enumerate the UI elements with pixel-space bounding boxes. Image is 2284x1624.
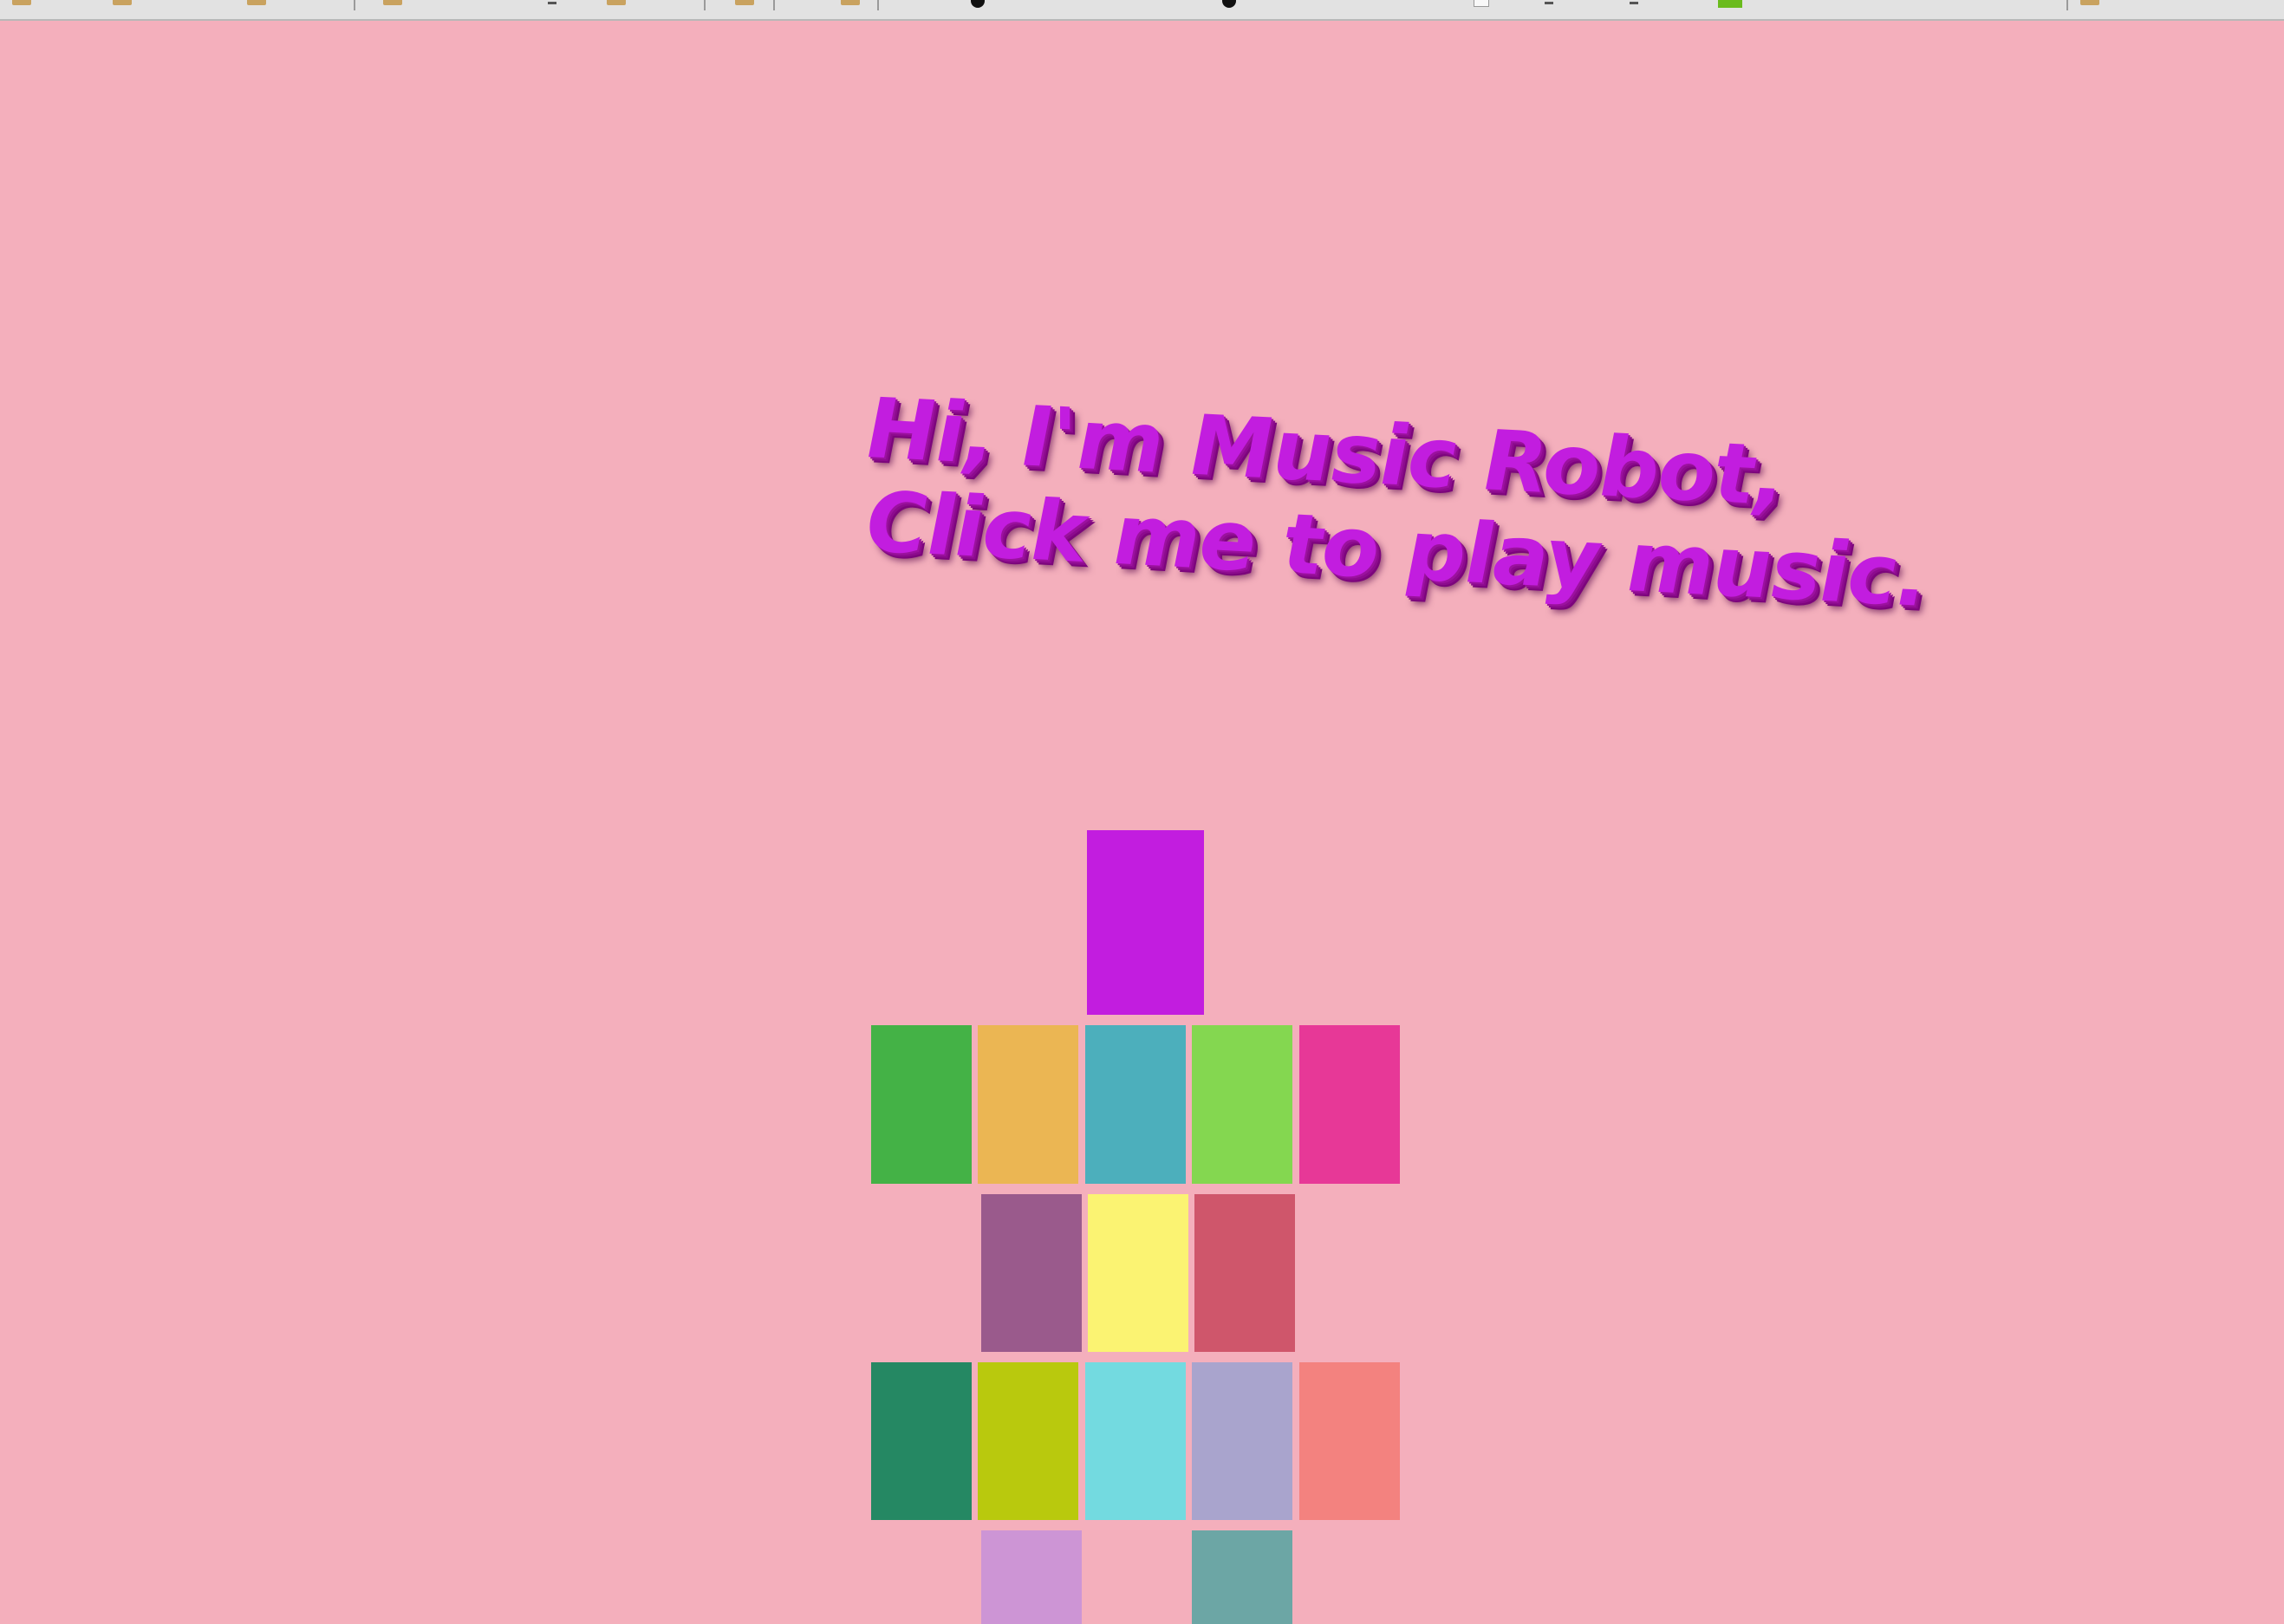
robot-block-7[interactable]	[1088, 1194, 1188, 1352]
robot-block-3[interactable]	[1085, 1025, 1186, 1184]
bookmark-favicon-icon[interactable]	[1222, 0, 1236, 8]
bookmark-folder-icon[interactable]	[841, 0, 860, 5]
bookmark-folder-icon[interactable]	[113, 0, 132, 5]
robot-block-14[interactable]	[981, 1530, 1082, 1624]
toolbar-separator	[773, 0, 775, 10]
robot-block-8[interactable]	[1194, 1194, 1295, 1352]
toolbar-separator	[2066, 0, 2068, 10]
bookmark-folder-icon[interactable]	[2080, 0, 2099, 5]
robot-block-13[interactable]	[1299, 1362, 1400, 1520]
bookmark-folder-icon[interactable]	[12, 0, 31, 5]
robot-block-2[interactable]	[978, 1025, 1078, 1184]
bookmark-folder-icon[interactable]	[735, 0, 754, 5]
robot-head[interactable]	[1087, 830, 1204, 1015]
robot-block-4[interactable]	[1192, 1025, 1292, 1184]
bookmark-favicon-icon[interactable]	[971, 0, 985, 8]
page-heading: Hi, I'm Music Robot, Click me to play mu…	[867, 380, 1927, 626]
music-robot-page: Hi, I'm Music Robot, Click me to play mu…	[0, 0, 2284, 1624]
bookmark-folder-icon[interactable]	[247, 0, 266, 5]
bookmark-favicon-icon[interactable]	[1718, 0, 1742, 8]
robot-block-6[interactable]	[981, 1194, 1082, 1352]
bookmark-page-icon[interactable]	[1474, 0, 1489, 7]
bookmark-label-fragment	[1545, 2, 1553, 4]
bookmark-label-fragment	[1630, 2, 1638, 4]
toolbar-separator	[354, 0, 355, 10]
toolbar-separator	[877, 0, 879, 10]
robot-block-5[interactable]	[1299, 1025, 1400, 1184]
robot-block-15[interactable]	[1192, 1530, 1292, 1624]
bookmark-folder-icon[interactable]	[383, 0, 402, 5]
robot-block-12[interactable]	[1192, 1362, 1292, 1520]
robot-block-9[interactable]	[871, 1362, 972, 1520]
robot-block-1[interactable]	[871, 1025, 972, 1184]
bookmark-label-fragment	[548, 2, 556, 4]
robot-block-11[interactable]	[1085, 1362, 1186, 1520]
bookmarks-toolbar	[0, 0, 2284, 21]
toolbar-separator	[704, 0, 706, 10]
bookmark-folder-icon[interactable]	[607, 0, 626, 5]
robot-block-10[interactable]	[978, 1362, 1078, 1520]
